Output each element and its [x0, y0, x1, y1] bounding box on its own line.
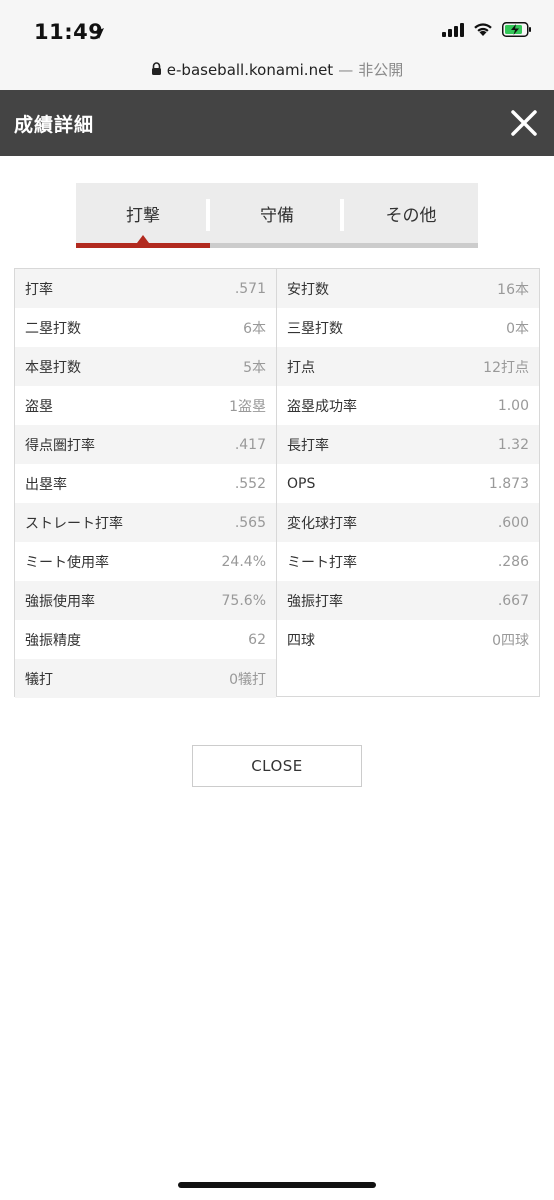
stat-label: 変化球打率 [287, 515, 357, 532]
stat-label: 本塁打数 [25, 359, 81, 376]
stat-value: 1.00 [497, 397, 529, 414]
stat-row: 得点圏打率 .417 [15, 425, 276, 464]
stat-label: 打点 [287, 359, 315, 376]
stat-row: OPS 1.873 [277, 464, 539, 503]
stat-row: 打率 .571 [15, 269, 276, 308]
stat-label: OPS [287, 475, 316, 492]
stat-value: .667 [497, 592, 529, 609]
stat-value: 0本 [506, 320, 529, 337]
lock-icon [151, 61, 162, 79]
stat-value: 0犠打 [229, 671, 266, 688]
system-icons [442, 22, 532, 41]
url-domain: e-baseball.konami.net [166, 60, 334, 79]
tab-label: 打撃 [126, 205, 160, 226]
stat-row: 変化球打率 .600 [277, 503, 539, 542]
location-arrow-icon [92, 25, 105, 44]
stat-row: ミート打率 .286 [277, 542, 539, 581]
stat-value: 1.32 [497, 436, 529, 453]
stat-label: 四球 [287, 632, 315, 649]
tab-bar: 打撃 守備 その他 [76, 183, 478, 243]
tab-batting[interactable]: 打撃 [76, 183, 210, 243]
stat-value: 12打点 [483, 359, 529, 376]
stat-value: .286 [497, 553, 529, 570]
stat-label: ミート打率 [287, 554, 357, 571]
stat-row: 四球 0四球 [277, 620, 539, 659]
stat-label: 得点圏打率 [25, 437, 95, 454]
stat-value: 6本 [243, 320, 266, 337]
stat-row: 強振精度 62 [15, 620, 276, 659]
home-indicator [178, 1182, 376, 1188]
stat-label: 犠打 [25, 671, 53, 688]
stat-row: 二塁打数 6本 [15, 308, 276, 347]
stat-label: 強振精度 [25, 632, 81, 649]
stat-label: 安打数 [287, 281, 329, 298]
url-separator: — [338, 60, 354, 79]
stat-label: 三塁打数 [287, 320, 343, 337]
status-bar: 11:49 [0, 0, 554, 56]
url-privacy-label: 非公開 [358, 61, 404, 79]
stat-row: 犠打 0犠打 [15, 659, 276, 698]
stat-label: 強振使用率 [25, 593, 95, 610]
stat-row: 盗塁成功率 1.00 [277, 386, 539, 425]
stat-row: 本塁打数 5本 [15, 347, 276, 386]
url-bar[interactable]: e-baseball.konami.net — 非公開 [0, 56, 554, 90]
stat-value: 75.6% [221, 592, 266, 609]
stats-column-right: 安打数 16本三塁打数 0本打点 12打点盗塁成功率 1.00 長打率 1.32 OPS 1.8… [277, 269, 539, 696]
active-tab-indicator [76, 243, 210, 248]
stat-value: .565 [234, 514, 266, 531]
wifi-icon [473, 22, 493, 41]
stat-label: ミート使用率 [25, 554, 109, 571]
tab-label: その他 [385, 205, 437, 226]
stat-value: .600 [497, 514, 529, 531]
stat-value: .417 [234, 436, 266, 453]
tab-label: 守備 [260, 205, 294, 226]
close-icon[interactable] [510, 109, 538, 137]
stat-row: 強振打率 .667 [277, 581, 539, 620]
stat-value: .552 [234, 475, 266, 492]
stat-label: 出塁率 [25, 476, 67, 493]
stat-row: ミート使用率 24.4% [15, 542, 276, 581]
stat-row: 出塁率 .552 [15, 464, 276, 503]
battery-charging-icon [502, 22, 532, 41]
stat-value: 24.4% [221, 553, 266, 570]
stat-value: .571 [234, 280, 266, 297]
page-title: 成績詳細 [14, 114, 95, 136]
stat-value: 62 [248, 631, 266, 648]
stat-label: 打率 [25, 281, 53, 298]
stat-value: 0四球 [492, 632, 529, 649]
stat-value: 1.873 [488, 475, 529, 492]
stat-value: 16本 [497, 281, 529, 298]
stat-label: 二塁打数 [25, 320, 81, 337]
stat-label: 強振打率 [287, 593, 343, 610]
active-tab-caret-icon [137, 235, 149, 243]
stat-label: ストレート打率 [25, 515, 123, 532]
stats-table: 打率 .571 二塁打数 6本本塁打数 5本盗塁 1盗塁得点圏打率 .417 出塁率 .552 ス… [14, 268, 540, 698]
stat-label: 盗塁成功率 [287, 398, 357, 415]
modal-header: 成績詳細 [0, 90, 554, 156]
stat-row: 盗塁 1盗塁 [15, 386, 276, 425]
stat-label: 盗塁 [25, 398, 53, 415]
stat-row: 長打率 1.32 [277, 425, 539, 464]
stat-value: 5本 [243, 359, 266, 376]
stat-row: ストレート打率 .565 [15, 503, 276, 542]
tab-other[interactable]: その他 [344, 183, 478, 243]
stat-label: 長打率 [287, 437, 329, 454]
stat-value: 1盗塁 [229, 398, 266, 415]
close-button[interactable]: CLOSE [192, 745, 362, 787]
stat-row: 三塁打数 0本 [277, 308, 539, 347]
stats-column-left: 打率 .571 二塁打数 6本本塁打数 5本盗塁 1盗塁得点圏打率 .417 出塁率 .552 ス… [15, 269, 277, 698]
stat-row: 強振使用率 75.6% [15, 581, 276, 620]
cellular-signal-icon [442, 22, 464, 41]
tab-fielding[interactable]: 守備 [210, 183, 344, 243]
stat-row: 打点 12打点 [277, 347, 539, 386]
stat-row: 安打数 16本 [277, 269, 539, 308]
